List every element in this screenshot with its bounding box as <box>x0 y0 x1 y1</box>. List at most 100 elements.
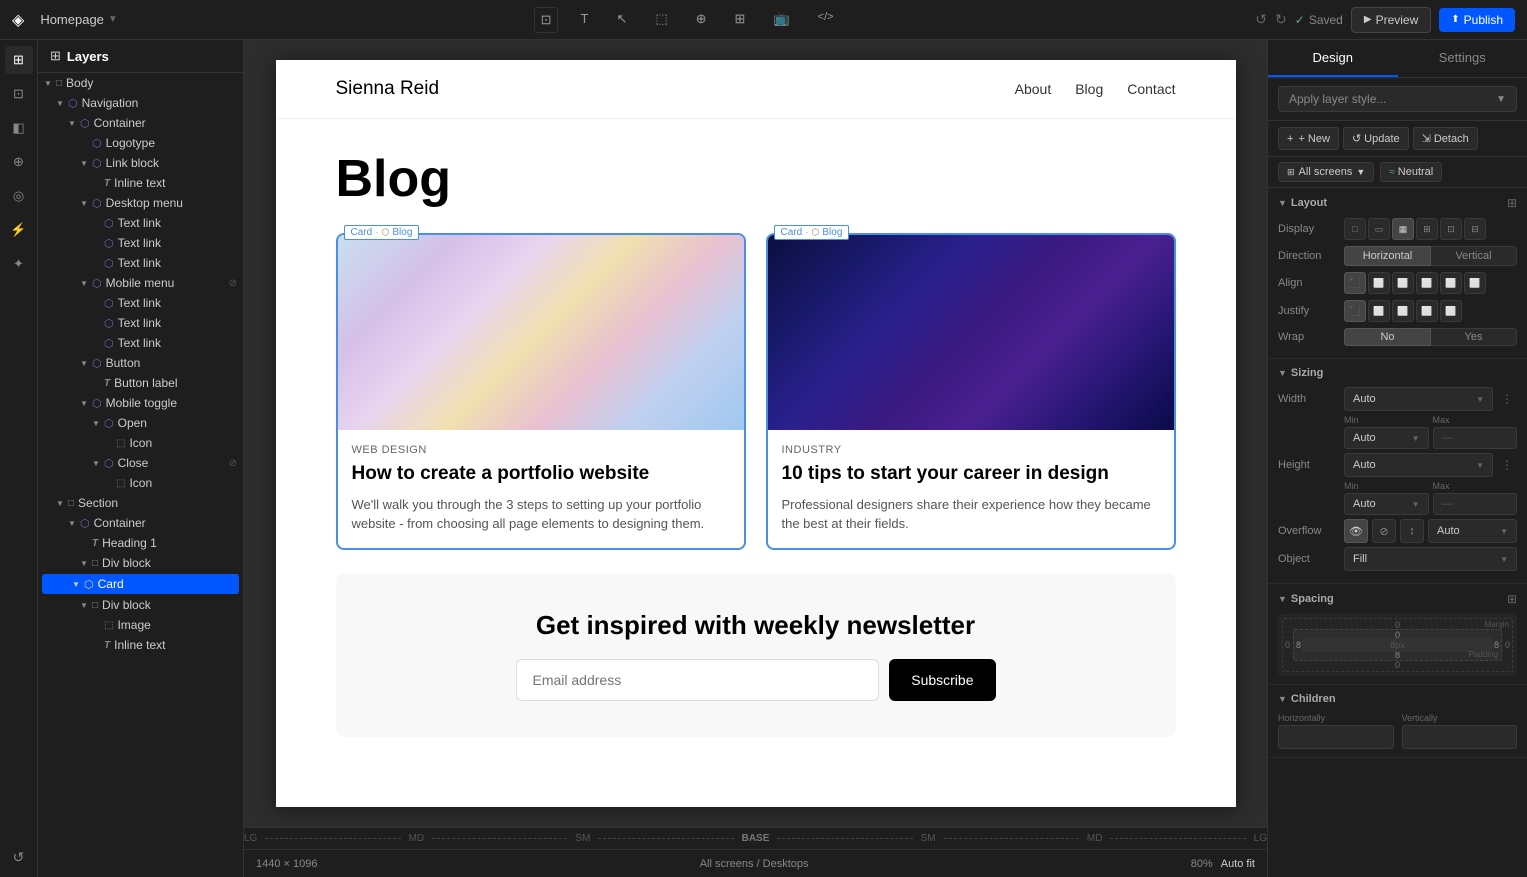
overflow-scroll-btn[interactable]: ↕ <box>1400 519 1424 543</box>
layer-item-icon-open[interactable]: ⬚ Icon <box>38 433 243 453</box>
layer-item-text-link-5[interactable]: ⬡ Text link <box>38 313 243 333</box>
layer-item-logotype[interactable]: ⬡ Logotype <box>38 133 243 153</box>
layer-item-text-link-1[interactable]: ⬡ Text link <box>38 213 243 233</box>
nav-link-about[interactable]: About <box>1015 81 1052 97</box>
tab-settings[interactable]: Settings <box>1398 40 1527 77</box>
layer-item-text-link-6[interactable]: ⬡ Text link <box>38 333 243 353</box>
component-tool[interactable]: ⊕ <box>690 7 713 33</box>
layer-item-inline-text[interactable]: T Inline text <box>38 173 243 193</box>
layer-item-image[interactable]: ⬚ Image <box>38 615 243 635</box>
overflow-visible-btn[interactable]: 👁 <box>1344 519 1368 543</box>
styles-icon[interactable]: ◎ <box>5 182 33 210</box>
neutral-button[interactable]: Neutral <box>1398 166 1433 178</box>
newsletter-subscribe-button[interactable]: Subscribe <box>889 659 995 701</box>
width-more-icon[interactable]: ⋮ <box>1497 387 1517 411</box>
children-vertical-input[interactable]: 0 <box>1402 725 1518 749</box>
undo-panel-icon[interactable]: ↺ <box>5 843 33 871</box>
layer-item-text-link-2[interactable]: ⬡ Text link <box>38 233 243 253</box>
newsletter-input[interactable] <box>516 659 880 701</box>
align-btn-4[interactable]: ⬜ <box>1416 272 1438 294</box>
layer-item-text-link-3[interactable]: ⬡ Text link <box>38 253 243 273</box>
zoom-level[interactable]: 80% <box>1191 858 1213 870</box>
layer-item-link-block[interactable]: ▼ ⬡ Link block <box>38 153 243 173</box>
blog-card-1[interactable]: Card · ⬡ Blog WEB DESIGN <box>336 233 746 550</box>
layer-item-icon-close[interactable]: ⬚ Icon <box>38 473 243 493</box>
grid-tool[interactable]: ⊞ <box>729 7 752 33</box>
interactions-icon[interactable]: ⚡ <box>5 216 33 244</box>
display-btn-3[interactable]: ▦ <box>1392 218 1414 240</box>
overflow-hidden-btn[interactable]: ⊘ <box>1372 519 1396 543</box>
spacing-more-icon[interactable]: ⊞ <box>1507 592 1517 606</box>
layer-item-mobile-toggle[interactable]: ▼ ⬡ Mobile toggle <box>38 393 243 413</box>
layer-item-open[interactable]: ▼ ⬡ Open <box>38 413 243 433</box>
justify-btn-5[interactable]: ⬜ <box>1440 300 1462 322</box>
blog-card-2[interactable]: Card · ⬡ Blog INDUSTRY <box>766 233 1176 550</box>
justify-btn-1[interactable]: ⬛ <box>1344 300 1366 322</box>
object-value[interactable]: Fill <box>1353 553 1367 565</box>
align-btn-1[interactable]: ⬛ <box>1344 272 1366 294</box>
height-more-icon[interactable]: ⋮ <box>1497 453 1517 477</box>
undo-button[interactable]: ↺ <box>1255 11 1267 28</box>
layer-item-section[interactable]: ▼ □ Section <box>38 493 243 513</box>
nav-link-contact[interactable]: Contact <box>1127 81 1175 97</box>
height-min[interactable]: Auto <box>1353 498 1376 510</box>
height-value[interactable]: Auto <box>1353 459 1376 471</box>
width-min[interactable]: Auto <box>1353 432 1376 444</box>
overflow-auto-value[interactable]: Auto <box>1437 525 1460 537</box>
wrap-yes-button[interactable]: Yes <box>1431 328 1517 346</box>
container-tool[interactable]: ⬚ <box>649 7 673 33</box>
detach-style-button[interactable]: ⇲Detach <box>1413 127 1478 150</box>
layer-item-close[interactable]: ▼ ⬡ Close ⊘ <box>38 453 243 473</box>
layers-icon[interactable]: ⊞ <box>5 46 33 74</box>
layer-item-mobile-menu[interactable]: ▼ ⬡ Mobile menu ⊘ <box>38 273 243 293</box>
direction-vertical[interactable]: Vertical <box>1431 246 1517 266</box>
apply-layer-style-button[interactable]: Apply layer style... ▼ <box>1278 86 1517 112</box>
width-value[interactable]: Auto <box>1353 393 1376 405</box>
layer-item-heading1[interactable]: T Heading 1 <box>38 533 243 553</box>
screen-tool[interactable]: 📺 <box>767 7 795 33</box>
publish-button[interactable]: ⬆ Publish <box>1439 8 1515 32</box>
align-btn-2[interactable]: ⬜ <box>1368 272 1390 294</box>
display-btn-4[interactable]: ⊞ <box>1416 218 1438 240</box>
layout-more-icon[interactable]: ⊞ <box>1507 196 1517 210</box>
select-tool[interactable]: ↖ <box>610 7 633 33</box>
assets-icon[interactable]: ◧ <box>5 114 33 142</box>
layer-item-inline-text2[interactable]: T Inline text <box>38 635 243 655</box>
page-title[interactable]: Homepage ▼ <box>40 12 118 27</box>
preview-button[interactable]: ▶ Preview <box>1351 7 1431 33</box>
display-btn-6[interactable]: ⊟ <box>1464 218 1486 240</box>
layer-item-container[interactable]: ▼ ⬡ Container <box>38 113 243 133</box>
layer-item-text-link-4[interactable]: ⬡ Text link <box>38 293 243 313</box>
align-btn-6[interactable]: ⬜ <box>1464 272 1486 294</box>
layer-item-card[interactable]: ▼ ⬡ Card <box>42 574 239 594</box>
display-btn-2[interactable]: ▭ <box>1368 218 1390 240</box>
update-style-button[interactable]: ↺Update <box>1343 127 1409 150</box>
nav-link-blog[interactable]: Blog <box>1075 81 1103 97</box>
layer-item-navigation[interactable]: ▼ ⬡ Navigation <box>38 93 243 113</box>
display-btn-5[interactable]: ⊡ <box>1440 218 1462 240</box>
all-screens-button[interactable]: ⊞ All screens ▼ <box>1278 162 1374 182</box>
layer-item-div-block2[interactable]: ▼ □ Div block <box>38 595 243 615</box>
pages-icon[interactable]: ⊡ <box>5 80 33 108</box>
display-btn-1[interactable]: □ <box>1344 218 1366 240</box>
align-btn-5[interactable]: ⬜ <box>1440 272 1462 294</box>
layer-item-body[interactable]: ▼ □ Body <box>38 73 243 93</box>
justify-btn-3[interactable]: ⬜ <box>1392 300 1414 322</box>
align-btn-3[interactable]: ⬜ <box>1392 272 1414 294</box>
direction-horizontal[interactable]: Horizontal <box>1344 246 1431 266</box>
children-horizontal-input[interactable]: 0 <box>1278 725 1394 749</box>
redo-button[interactable]: ↻ <box>1275 11 1287 28</box>
auto-fit-button[interactable]: Auto fit <box>1221 858 1255 870</box>
components-icon[interactable]: ⊕ <box>5 148 33 176</box>
width-max[interactable]: — <box>1442 432 1453 444</box>
layer-item-div-block[interactable]: ▼ □ Div block <box>38 553 243 573</box>
layer-item-button[interactable]: ▼ ⬡ Button <box>38 353 243 373</box>
layer-item-desktop-menu[interactable]: ▼ ⬡ Desktop menu <box>38 193 243 213</box>
cms-icon[interactable]: ✦ <box>5 250 33 278</box>
wrap-no-button[interactable]: No <box>1344 328 1431 346</box>
tab-design[interactable]: Design <box>1268 40 1398 77</box>
layer-item-container2[interactable]: ▼ ⬡ Container <box>38 513 243 533</box>
height-max[interactable]: — <box>1442 498 1453 510</box>
layer-item-button-label[interactable]: T Button label <box>38 373 243 393</box>
new-style-button[interactable]: ++ New <box>1278 127 1339 150</box>
